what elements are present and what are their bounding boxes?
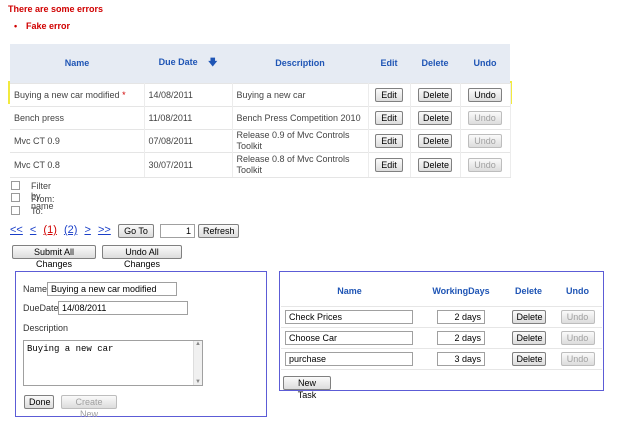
task-undo-button[interactable]: Undo	[560, 351, 595, 366]
pager-next-link[interactable]: >	[84, 224, 90, 236]
undo-all-changes-button[interactable]: Undo All Changes	[102, 245, 182, 269]
pager-page-1-link[interactable]: (1)	[43, 224, 56, 236]
col-header-undo: Undo	[460, 44, 510, 83]
undo-button[interactable]: Undo	[468, 157, 502, 172]
pager-last-link[interactable]: >>	[98, 224, 111, 236]
due-date-label: DueDate	[23, 303, 59, 313]
task-name-input[interactable]: Check Prices	[285, 309, 413, 324]
col-header-description[interactable]: Description	[232, 44, 368, 83]
row-name: Mvc CT 0.9	[14, 135, 60, 146]
row-due-date: 30/07/2011	[144, 151, 233, 178]
sort-arrow-down-icon[interactable]: 🡇	[208, 57, 217, 67]
asterisk-icon: *	[122, 89, 126, 100]
name-label: Name	[23, 284, 48, 294]
edit-button[interactable]: Edit	[375, 87, 403, 102]
subtasks-grid: Name WorkingDays Delete Undo Check Price…	[281, 277, 602, 370]
pager-prev-link[interactable]: <	[30, 224, 36, 236]
error-item: • Fake error	[14, 21, 71, 31]
delete-button[interactable]: Delete	[418, 157, 452, 172]
go-to-button[interactable]: Go To	[118, 224, 154, 238]
col-header-working-days: WorkingDays	[418, 277, 504, 307]
textarea-scrollbar[interactable]: ▲ ▼	[193, 341, 202, 385]
col-header-due-date[interactable]: Due Date 🡇	[144, 44, 232, 83]
undo-button[interactable]: Undo	[468, 87, 502, 102]
task-days-input[interactable]: 2 days	[437, 309, 485, 324]
page-number-input[interactable]: 1	[160, 224, 195, 238]
filter-row-name: Filter by name	[11, 181, 54, 211]
error-text: Fake error	[26, 21, 71, 31]
error-summary-title: There are some errors	[8, 4, 104, 14]
filter-row-to: To:	[11, 206, 43, 217]
description-label: Description	[23, 323, 69, 333]
edit-button[interactable]: Edit	[375, 157, 403, 172]
scroll-down-icon[interactable]: ▼	[195, 379, 201, 385]
row-description: Bench Press Competition 2010	[232, 105, 369, 129]
filter-to-label: To:	[31, 206, 44, 216]
tasks-grid: Name Due Date 🡇 Description Edit Delete …	[10, 44, 511, 178]
delete-button[interactable]: Delete	[418, 110, 452, 125]
task-days-input[interactable]: 3 days	[437, 351, 485, 366]
delete-button[interactable]: Delete	[418, 87, 452, 102]
filter-from-checkbox[interactable]	[11, 193, 20, 202]
grid-header: Name Due Date 🡇 Description Edit Delete …	[10, 44, 510, 83]
done-button[interactable]: Done	[24, 395, 54, 409]
col-header-task-name: Name	[281, 277, 418, 307]
task-delete-button[interactable]: Delete	[511, 351, 546, 366]
col-header-due-date-label[interactable]: Due Date	[159, 57, 198, 67]
row-description: Release 0.8 of Mvc Controls Toolkit	[232, 151, 369, 178]
filter-to-checkbox[interactable]	[11, 206, 20, 215]
col-header-task-undo: Undo	[553, 277, 602, 307]
row-due-date: 07/08/2011	[144, 128, 233, 152]
table-row: Mvc CT 0.9 07/08/2011 Release 0.9 of Mvc…	[10, 128, 511, 152]
task-undo-button[interactable]: Undo	[560, 309, 595, 324]
refresh-button[interactable]: Refresh	[198, 224, 239, 238]
task-name-input[interactable]: purchase	[285, 351, 413, 366]
table-row: Buying a new car modified * 14/08/2011 B…	[10, 82, 511, 106]
task-delete-button[interactable]: Delete	[511, 330, 546, 345]
col-header-delete: Delete	[410, 44, 460, 83]
col-header-name[interactable]: Name	[10, 44, 144, 83]
task-days-input[interactable]: 2 days	[437, 330, 485, 345]
task-undo-button[interactable]: Undo	[560, 330, 595, 345]
col-header-task-delete: Delete	[504, 277, 553, 307]
pager-page-2-link[interactable]: (2)	[64, 224, 77, 236]
table-row: Bench press 11/08/2011 Bench Press Compe…	[10, 105, 511, 129]
description-text: Buying a new car	[27, 344, 114, 354]
name-input[interactable]: Buying a new car modified	[47, 282, 177, 296]
bullet-icon: •	[14, 21, 18, 31]
table-row: Choose Car 2 days Delete Undo	[281, 327, 602, 349]
filter-from-label: From:	[31, 194, 55, 204]
task-delete-button[interactable]: Delete	[511, 309, 546, 324]
pager-first-link[interactable]: <<	[10, 224, 23, 236]
table-row: Check Prices 2 days Delete Undo	[281, 306, 602, 328]
undo-button[interactable]: Undo	[468, 133, 502, 148]
table-row: Mvc CT 0.8 30/07/2011 Release 0.8 of Mvc…	[10, 151, 511, 178]
detail-panel: Name Buying a new car modified DueDate 1…	[15, 271, 267, 419]
undo-button[interactable]: Undo	[468, 110, 502, 125]
subtasks-panel: Name WorkingDays Delete Undo Check Price…	[279, 271, 604, 400]
subtasks-header: Name WorkingDays Delete Undo	[281, 277, 602, 307]
row-due-date: 14/08/2011	[144, 82, 233, 106]
delete-button[interactable]: Delete	[418, 133, 452, 148]
table-row: purchase 3 days Delete Undo	[281, 348, 602, 370]
col-header-edit: Edit	[368, 44, 410, 83]
row-due-date: 11/08/2011	[144, 105, 233, 129]
row-description: Buying a new car	[232, 82, 369, 106]
edit-button[interactable]: Edit	[375, 133, 403, 148]
new-task-button[interactable]: New Task	[283, 376, 331, 400]
submit-all-changes-button[interactable]: Submit All Changes	[12, 245, 96, 269]
scroll-up-icon[interactable]: ▲	[195, 341, 201, 347]
pager: << < (1) (2) > >>	[10, 224, 115, 236]
filter-by-name-checkbox[interactable]	[11, 181, 20, 190]
row-name: Mvc CT 0.8	[14, 159, 60, 170]
row-name: Bench press	[14, 112, 65, 123]
task-name-input[interactable]: Choose Car	[285, 330, 413, 345]
create-new-button[interactable]: Create New	[61, 395, 117, 419]
edit-button[interactable]: Edit	[375, 110, 403, 125]
row-name: Buying a new car modified	[14, 89, 120, 100]
filter-row-from: From:	[11, 193, 55, 204]
row-description: Release 0.9 of Mvc Controls Toolkit	[232, 128, 369, 152]
description-textarea[interactable]: Buying a new car ▲ ▼	[23, 340, 203, 386]
due-date-input[interactable]: 14/08/2011	[58, 301, 188, 315]
